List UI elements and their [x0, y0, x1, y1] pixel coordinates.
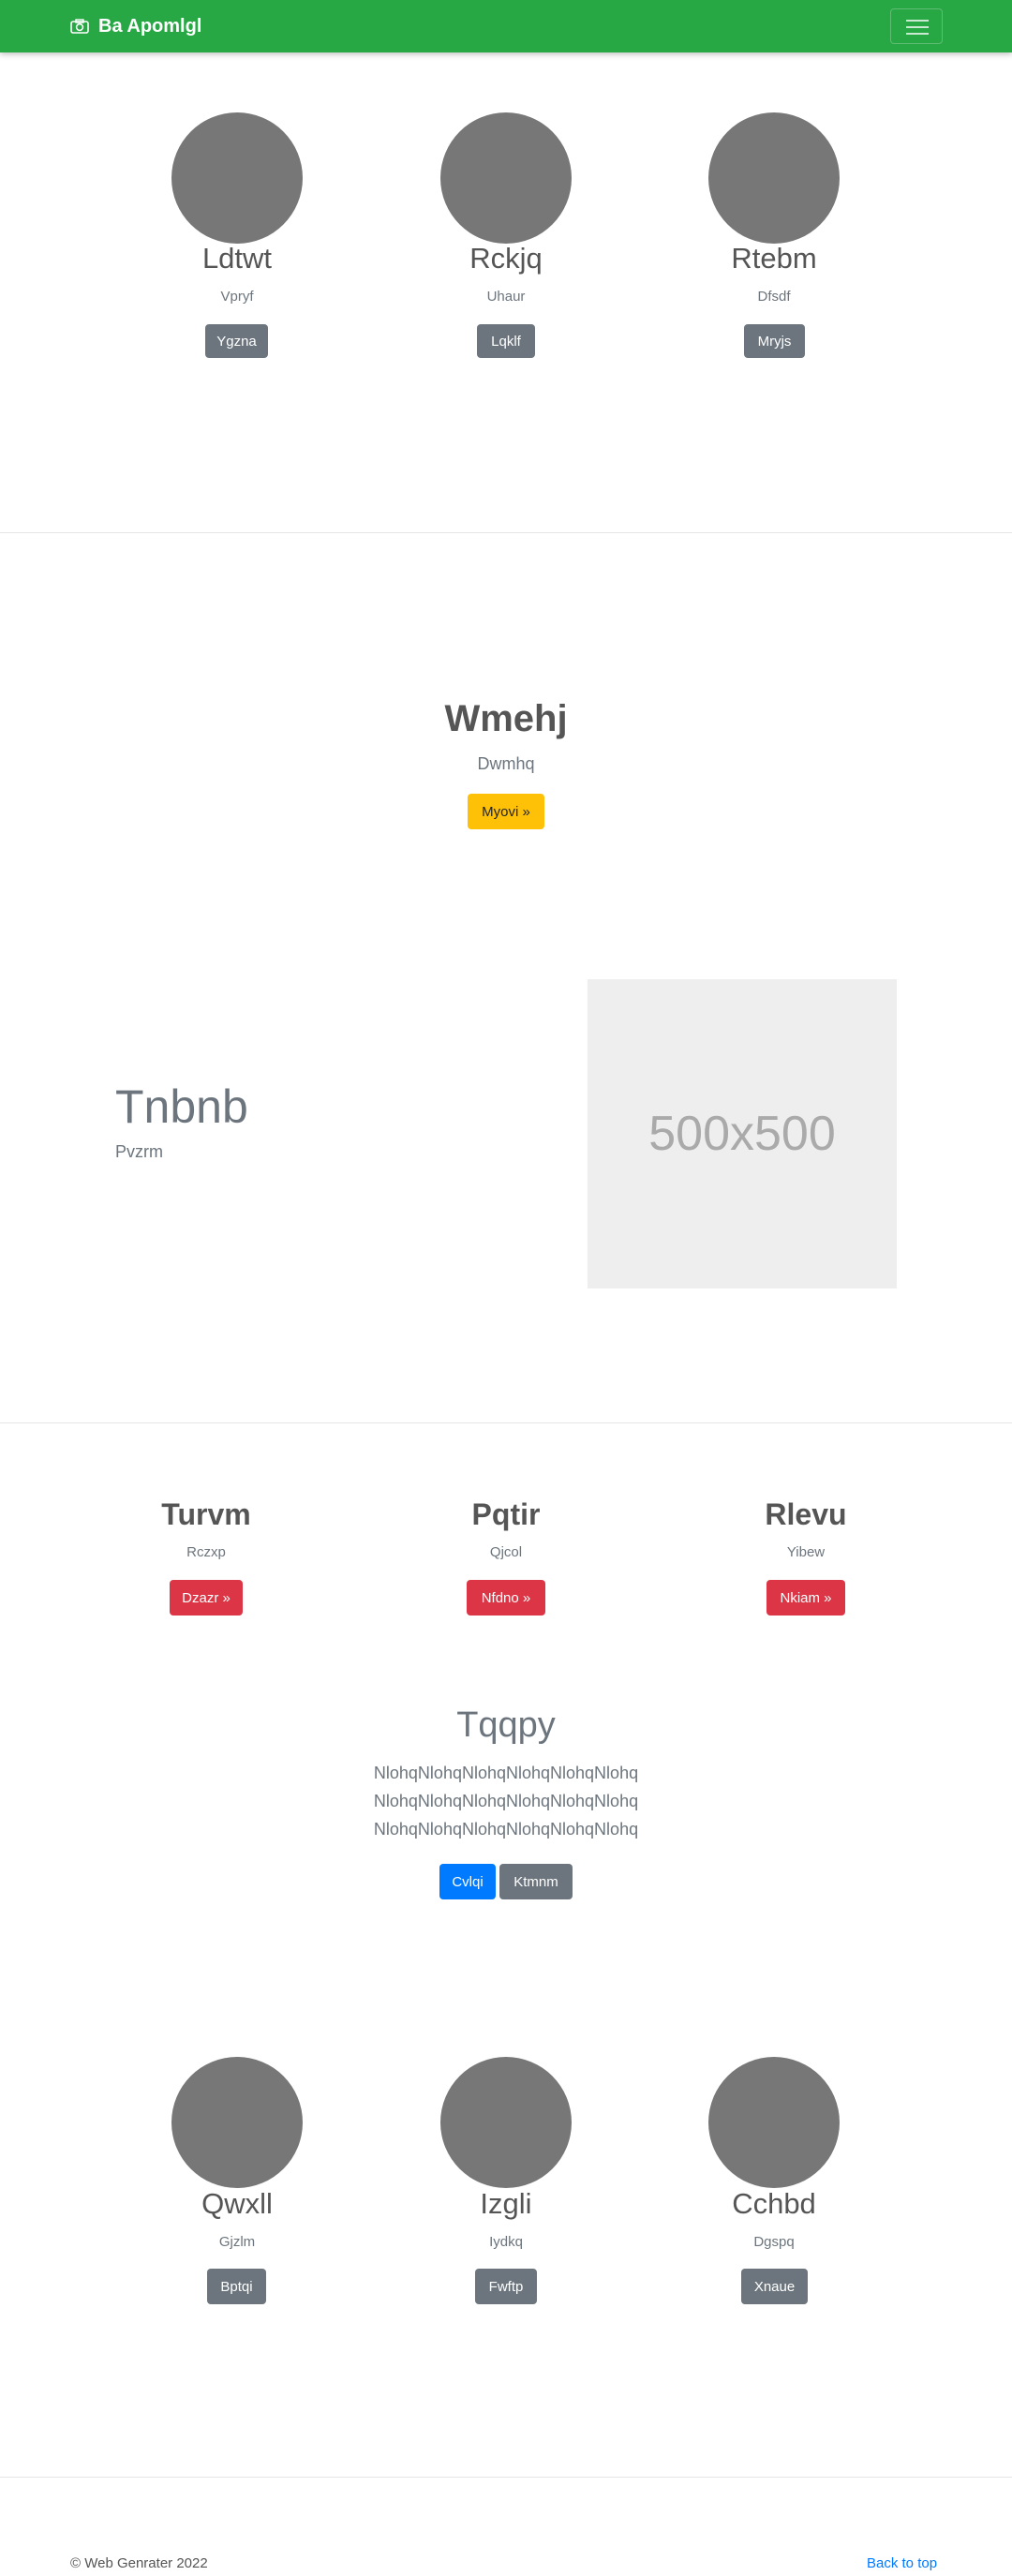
hero-title: Wmehj — [444, 698, 568, 739]
member-button[interactable]: Bptqi — [207, 2269, 266, 2304]
member-button[interactable]: Lqklf — [477, 324, 535, 358]
cta-text-line: NlohqNlohqNlohqNlohqNlohqNlohq — [373, 1792, 639, 1810]
feature-image-label: 500x500 — [648, 1107, 836, 1161]
member-button[interactable]: Ygzna — [205, 324, 268, 358]
avatar — [708, 2057, 840, 2188]
hero-button[interactable]: Myovi » — [468, 794, 544, 829]
navbar: Ba Apomlgl — [0, 0, 1012, 52]
member-role: Dgspq — [753, 2234, 795, 2250]
cta-text-line: NlohqNlohqNlohqNlohqNlohqNlohq — [373, 1764, 639, 1782]
member-button[interactable]: Fwftp — [475, 2269, 537, 2304]
navbar-brand[interactable]: Ba Apomlgl — [70, 15, 201, 37]
section-divider — [0, 1422, 1012, 1423]
feature-title: Tnbnb — [115, 1080, 248, 1133]
avatar — [708, 112, 840, 244]
section-divider — [0, 2477, 1012, 2478]
member-role: Iydkq — [489, 2234, 523, 2250]
cta-primary-button[interactable]: Cvlqi — [439, 1864, 496, 1899]
member-name: Rtebm — [731, 242, 817, 275]
column-subtitle: Yibew — [786, 1544, 826, 1560]
section-divider — [0, 532, 1012, 533]
avatar — [440, 2057, 572, 2188]
column-title: Turvm — [161, 1497, 251, 1531]
member-role: Uhaur — [486, 289, 526, 305]
cta-title: Tqqpy — [456, 1705, 556, 1745]
cta-secondary-button[interactable]: Ktmnm — [499, 1864, 573, 1899]
member-name: Cchbd — [732, 2187, 816, 2220]
column-title: Pqtir — [471, 1497, 541, 1531]
footer-copyright: © Web Genrater 2022 — [70, 2555, 208, 2571]
member-role: Dfsdf — [757, 289, 791, 305]
column-button[interactable]: Dzazr » — [170, 1580, 243, 1616]
column-button[interactable]: Nfdno » — [467, 1580, 545, 1616]
member-name: Izgli — [480, 2187, 532, 2220]
member-name: Qwxll — [201, 2187, 273, 2220]
cta-text-line: NlohqNlohqNlohqNlohqNlohqNlohq — [373, 1820, 639, 1839]
member-name: Ldtwt — [201, 242, 273, 275]
member-role: Gjzlm — [218, 2234, 256, 2250]
column-subtitle: Qjcol — [489, 1544, 523, 1560]
member-name: Rckjq — [469, 242, 543, 275]
hero-subtitle: Dwmhq — [477, 754, 535, 773]
avatar — [171, 112, 303, 244]
feature-subtitle: Pvzrm — [115, 1142, 163, 1161]
camera-icon — [70, 19, 89, 34]
navbar-toggler[interactable] — [890, 8, 943, 44]
column-button[interactable]: Nkiam » — [766, 1580, 845, 1616]
back-to-top-link[interactable]: Back to top — [867, 2555, 937, 2571]
avatar — [440, 112, 572, 244]
member-button[interactable]: Xnaue — [741, 2269, 808, 2304]
column-title: Rlevu — [765, 1497, 847, 1531]
member-role: Vpryf — [220, 289, 254, 305]
hamburger-icon — [906, 20, 929, 22]
brand-label: Ba Apomlgl — [98, 15, 202, 37]
column-subtitle: Rczxp — [186, 1544, 226, 1560]
feature-image: 500x500 — [588, 979, 897, 1288]
member-button[interactable]: Mryjs — [744, 324, 805, 358]
avatar — [171, 2057, 303, 2188]
